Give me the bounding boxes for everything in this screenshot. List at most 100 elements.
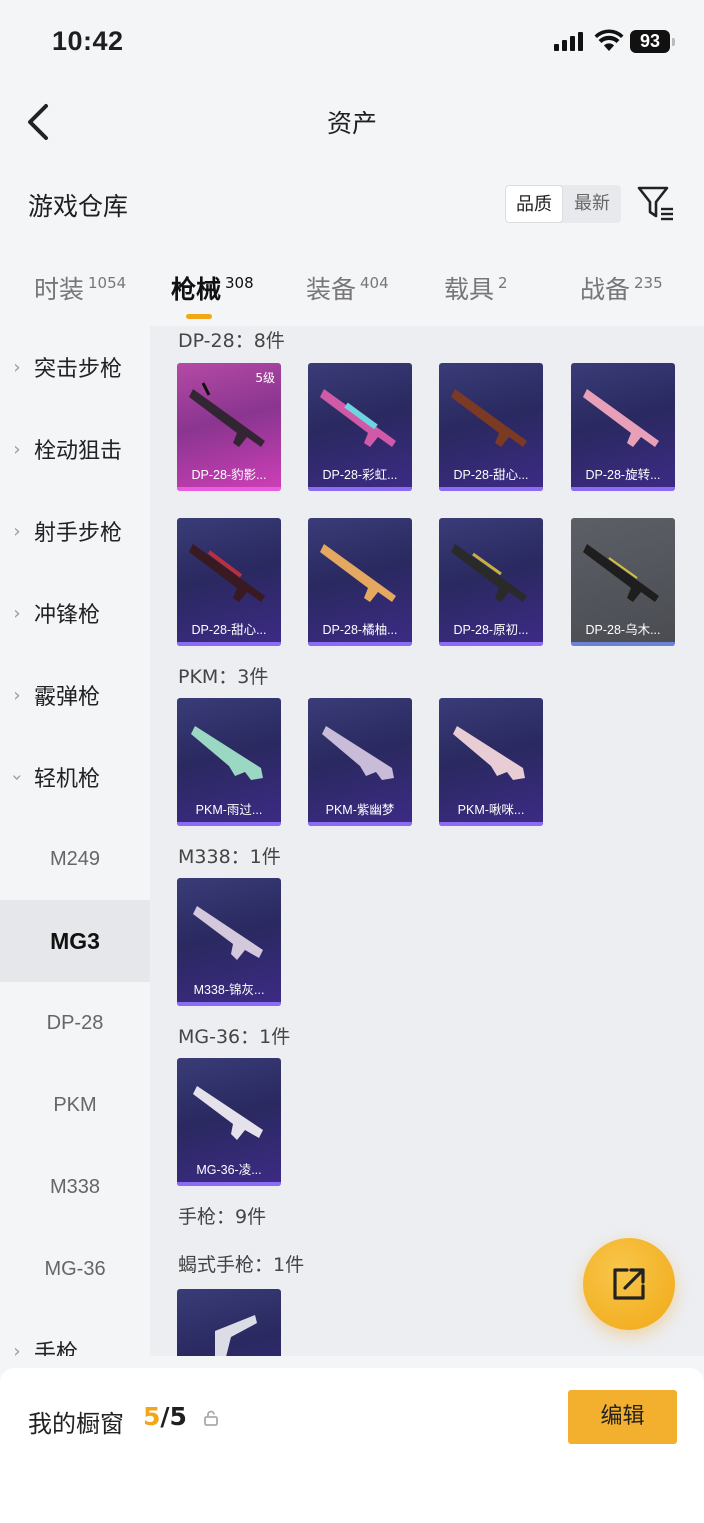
gun-image [451,389,527,447]
section-title: 游戏仓库 [28,192,129,221]
lock-icon [204,1410,218,1426]
gun-image [322,726,394,780]
share-icon [613,1268,645,1300]
chevron-right-icon: › [13,1340,21,1357]
weapon-name: PKM-紫幽梦 [325,803,395,817]
sidebar-subitem-m249[interactable]: M249 [0,818,150,900]
weapon-card[interactable]: 5级 DP-28-豹影... [177,363,281,491]
rarity-bar [177,822,281,826]
weapon-list: DP-28：8件 5级 DP-28-豹影... DP-28-彩虹... DP-2… [150,326,704,1356]
share-button[interactable] [583,1238,675,1330]
edit-button[interactable]: 编辑 [568,1390,677,1444]
gun-image [583,389,659,447]
tab-equipment[interactable]: 装备 404 [306,270,389,306]
rarity-bar [571,487,675,491]
tab-vehicles[interactable]: 载具 2 [444,270,508,306]
sidebar-subitem-pkm[interactable]: PKM [0,1064,150,1146]
weapon-card[interactable]: M338-锦灰... [177,878,281,1006]
tab-supplies[interactable]: 战备 235 [580,270,663,306]
level-badge: 5级 [255,371,275,385]
rarity-bar [571,642,675,646]
battery-tip [672,38,675,46]
sort-latest-button[interactable]: 最新 [563,185,621,223]
weapon-card[interactable]: PKM-啾咪... [439,698,543,826]
showcase-count: 5/5 [143,1402,187,1431]
group-label-pistol: 手枪：9件 [178,1206,267,1228]
rarity-bar [177,487,281,491]
weapon-card[interactable]: DP-28-橘柚... [308,518,412,646]
weapon-name: DP-28-甜心... [453,468,529,482]
weapon-card[interactable]: DP-28-乌木... [571,518,675,646]
weapon-name: MG-36-凌... [196,1163,262,1177]
sidebar-item-pistol[interactable]: › 手枪 [0,1310,150,1357]
rarity-bar [439,642,543,646]
rarity-bar [177,1002,281,1006]
weapon-name: DP-28-豹影... [191,468,267,482]
sidebar-item-lmg[interactable]: › 轻机枪 [0,736,150,818]
weapon-name: DP-28-橘柚... [322,623,398,637]
sidebar-subitem-dp28[interactable]: DP-28 [0,982,150,1064]
battery-icon: 93 [630,30,670,53]
page-title: 资产 [326,109,377,138]
gun-image [189,382,265,447]
chevron-right-icon: › [13,602,21,624]
gun-image [453,726,525,780]
gun-image [451,544,527,602]
rarity-bar [439,822,543,826]
weapon-type-sidebar: › 突击步枪 › 栓动狙击 › 射手步枪 › 冲锋枪 › 霰弹枪 › 轻机枪 M249 MG… [0,326,150,1356]
weapon-card[interactable]: MG-36-凌... [177,1058,281,1186]
tab-indicator [186,314,212,319]
weapon-name: M338-锦灰... [193,983,265,997]
chevron-right-icon: › [13,520,21,542]
sidebar-subitem-mg3[interactable]: MG3 [0,900,150,982]
wifi-icon [594,29,624,51]
weapon-name: DP-28-乌木... [585,623,661,637]
weapon-card[interactable]: DP-28-甜心... [177,518,281,646]
gun-image [215,1315,257,1356]
tab-fashion[interactable]: 时装 1054 [34,270,126,306]
weapon-name: PKM-雨过... [195,803,263,817]
gun-image [193,1086,263,1140]
gun-image [320,544,396,602]
showcase-label: 我的橱窗 [28,1410,124,1438]
sort-toggle[interactable]: 品质 最新 [505,185,621,223]
rarity-bar [308,642,412,646]
signal-icon [554,31,583,51]
weapon-name: DP-28-旋转... [585,468,661,482]
status-bar: 10:42 93 [0,0,704,84]
weapon-card[interactable]: DP-28-彩虹... [308,363,412,491]
sidebar-item-shotgun[interactable]: › 霰弹枪 [0,654,150,736]
status-time: 10:42 [52,26,124,56]
weapon-name: PKM-啾咪... [457,803,525,817]
weapon-card[interactable]: DP-28-原初... [439,518,543,646]
rarity-bar [177,1182,281,1186]
nav-bar: 资产 [0,84,704,160]
sort-quality-button[interactable]: 品质 [505,185,563,223]
weapon-card[interactable]: DP-28-甜心... [439,363,543,491]
rarity-bar [177,642,281,646]
rarity-bar [439,487,543,491]
sidebar-item-assault-rifle[interactable]: › 突击步枪 [0,326,150,408]
weapon-card[interactable]: PKM-雨过... [177,698,281,826]
category-tabs: 时装 1054 枪械 308 装备 404 载具 2 战备 235 [0,258,704,324]
tab-firearms[interactable]: 枪械 308 [171,270,254,306]
weapon-card[interactable]: DP-28-旋转... [571,363,675,491]
filter-icon[interactable] [636,184,676,224]
chevron-down-icon: › [6,773,28,781]
sidebar-subitem-mg36[interactable]: MG-36 [0,1228,150,1310]
weapon-name: DP-28-彩虹... [322,468,398,482]
sidebar-item-smg[interactable]: › 冲锋枪 [0,572,150,654]
gun-image [189,544,265,602]
showcase-panel: 我的橱窗 5/5 编辑 [0,1368,704,1523]
group-label-m338: M338：1件 [178,846,281,868]
gun-image [320,389,396,447]
weapon-name: DP-28-原初... [453,623,529,637]
group-label-mg36: MG-36：1件 [178,1026,291,1048]
group-label-dp28: DP-28：8件 [178,330,285,352]
weapon-card[interactable] [177,1289,281,1356]
sidebar-item-bolt-sniper[interactable]: › 栓动狙击 [0,408,150,490]
sidebar-subitem-m338[interactable]: M338 [0,1146,150,1228]
weapon-card[interactable]: PKM-紫幽梦 [308,698,412,826]
sidebar-item-dmr[interactable]: › 射手步枪 [0,490,150,572]
group-label-pkm: PKM：3件 [178,666,269,688]
